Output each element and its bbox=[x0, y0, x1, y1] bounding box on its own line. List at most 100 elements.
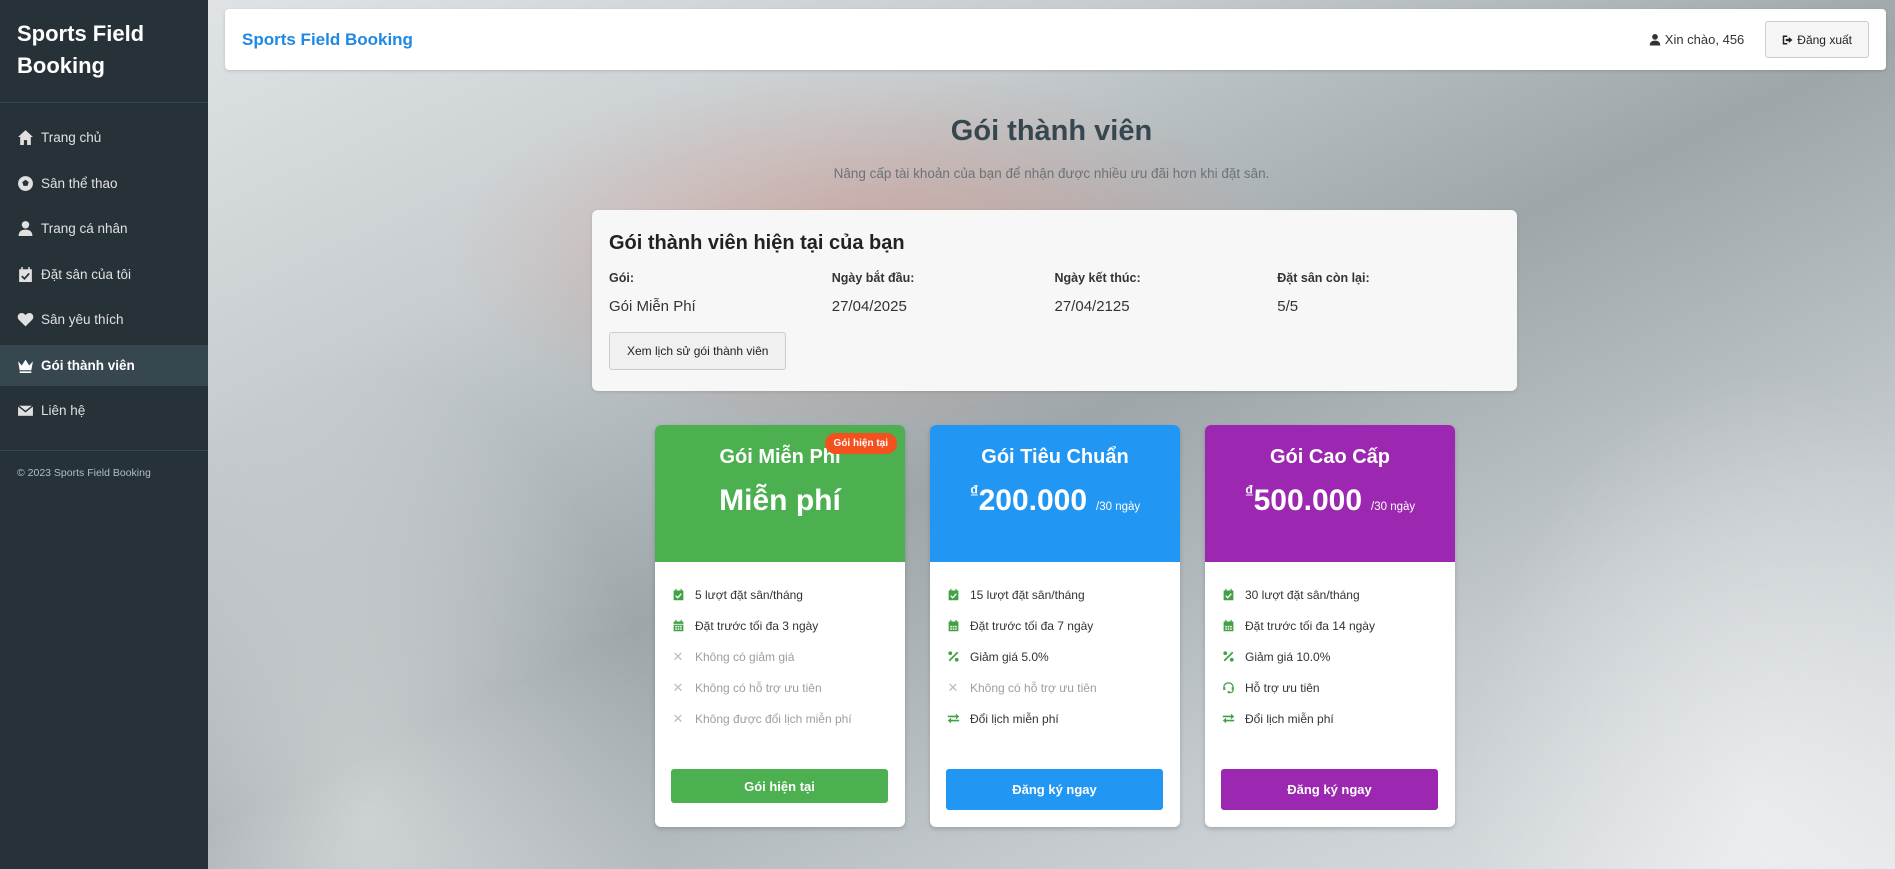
feature-item: Đổi lịch miễn phí bbox=[946, 703, 1164, 734]
feature-text: Không có hỗ trợ ưu tiên bbox=[695, 680, 822, 695]
plan-features: 15 lượt đặt sân/tháng Đặt trước tối đa 7… bbox=[930, 562, 1180, 734]
membership-history-button[interactable]: Xem lịch sử gói thành viên bbox=[609, 332, 787, 370]
feature-item: Hỗ trợ ưu tiên bbox=[1221, 672, 1439, 703]
logout-button[interactable]: Đăng xuất bbox=[1765, 21, 1869, 58]
remaining-bookings-value: 5/5 bbox=[1277, 298, 1299, 315]
sidebar: Sports Field Booking Trang chủ Sân thể t… bbox=[0, 0, 208, 869]
sidebar-item-label: Gói thành viên bbox=[41, 357, 135, 373]
plan-card-header: Gói Cao Cấp ₫ 500.000 /30 ngày bbox=[1205, 425, 1455, 562]
percent-icon bbox=[1221, 650, 1235, 664]
sidebar-item-label: Sân thể thao bbox=[41, 175, 118, 191]
sign-out-icon bbox=[1783, 35, 1793, 44]
feature-item: Đổi lịch miễn phí bbox=[1221, 703, 1439, 734]
feature-text: Đặt trước tối đa 3 ngày bbox=[695, 618, 819, 633]
end-date-label: Ngày kết thúc: bbox=[1054, 271, 1141, 285]
times-icon: ✕ bbox=[672, 710, 684, 726]
percent-icon bbox=[946, 650, 960, 664]
main-content: Sports Field Booking Xin chào, 456 Đăng … bbox=[208, 0, 1895, 869]
plan-features: 5 lượt đặt sân/tháng Đặt trước tối đa 3 … bbox=[655, 562, 905, 734]
copyright: © 2023 Sports Field Booking bbox=[17, 466, 151, 479]
exchange-icon bbox=[1221, 712, 1235, 726]
calendar-check-icon bbox=[1221, 588, 1235, 602]
plan-price-amount: Miễn phí bbox=[719, 484, 841, 517]
sidebar-item-home[interactable]: Trang chủ bbox=[0, 117, 208, 158]
crown-icon bbox=[18, 359, 33, 373]
feature-item: ✕ Không có hỗ trợ ưu tiên bbox=[671, 672, 889, 703]
plan-name: Gói Cao Cấp bbox=[1269, 446, 1390, 468]
times-icon: ✕ bbox=[672, 648, 684, 664]
sidebar-item-fields[interactable]: Sân thể thao bbox=[0, 163, 208, 204]
plan-card-header: Gói Tiêu Chuẩn ₫ 200.000 /30 ngày bbox=[930, 425, 1180, 562]
plan-price: ₫ 500.000 /30 ngày bbox=[1205, 482, 1455, 518]
current-plan-button[interactable]: Gói hiện tại bbox=[671, 769, 888, 803]
calendar-check-icon bbox=[671, 588, 685, 602]
feature-text: Không có hỗ trợ ưu tiên bbox=[970, 680, 1097, 695]
register-premium-button[interactable]: Đăng ký ngay bbox=[1221, 769, 1438, 810]
plan-features: 30 lượt đặt sân/tháng Đặt trước tối đa 1… bbox=[1205, 562, 1455, 734]
feature-text: 5 lượt đặt sân/tháng bbox=[695, 587, 803, 602]
register-standard-button[interactable]: Đăng ký ngay bbox=[946, 769, 1163, 810]
envelope-icon bbox=[17, 405, 34, 416]
plan-price: ₫ 200.000 /30 ngày bbox=[930, 482, 1180, 518]
feature-item: Đặt trước tối đa 3 ngày bbox=[671, 610, 889, 641]
brand-line-1: Sports Field bbox=[17, 21, 145, 46]
plan-card-standard: Gói Tiêu Chuẩn ₫ 200.000 /30 ngày 15 lượ… bbox=[930, 425, 1180, 827]
brand-line-2: Booking bbox=[17, 53, 105, 78]
remaining-bookings-field: Đặt sân còn lại: 5/5 bbox=[1277, 271, 1500, 315]
user-icon bbox=[18, 221, 33, 236]
feature-text: 30 lượt đặt sân/tháng bbox=[1245, 587, 1360, 602]
logout-label: Đăng xuất bbox=[1797, 32, 1852, 47]
feature-text: 15 lượt đặt sân/tháng bbox=[970, 587, 1085, 602]
feature-item: Đặt trước tối đa 7 ngày bbox=[946, 610, 1164, 641]
currency-symbol: ₫ bbox=[969, 482, 979, 501]
current-membership-card: Gói thành viên hiện tại của bạn Gói: Gói… bbox=[592, 210, 1517, 391]
navbar-brand[interactable]: Sports Field Booking bbox=[242, 30, 413, 50]
currency-symbol: ₫ bbox=[1244, 482, 1254, 501]
sidebar-item-label: Trang chủ bbox=[41, 130, 102, 145]
start-date-value: 27/04/2025 bbox=[831, 298, 907, 315]
sidebar-item-favorites[interactable]: Sân yêu thích bbox=[0, 299, 208, 340]
feature-text: Giảm giá 5.0% bbox=[970, 649, 1049, 664]
feature-item: ✕ Không có hỗ trợ ưu tiên bbox=[946, 672, 1164, 703]
feature-text: Đổi lịch miễn phí bbox=[970, 711, 1059, 726]
plan-label: Gói: bbox=[609, 271, 634, 285]
sidebar-item-membership[interactable]: Gói thành viên bbox=[0, 344, 208, 386]
heart-icon bbox=[17, 313, 34, 327]
plan-price-amount: 200.000 bbox=[978, 484, 1088, 517]
exchange-icon bbox=[946, 712, 960, 726]
sidebar-item-my-bookings[interactable]: Đặt sân của tôi bbox=[0, 254, 208, 295]
feature-item: ✕ Không được đổi lịch miễn phí bbox=[671, 703, 889, 734]
feature-text: Đặt trước tối đa 14 ngày bbox=[1245, 618, 1375, 633]
feature-text: Hỗ trợ ưu tiên bbox=[1245, 680, 1320, 695]
feature-item: 5 lượt đặt sân/tháng bbox=[671, 579, 889, 610]
feature-text: Đổi lịch miễn phí bbox=[1245, 711, 1334, 726]
plan-price: Miễn phí bbox=[655, 484, 905, 518]
current-membership-heading: Gói thành viên hiện tại của bạn bbox=[609, 232, 905, 254]
plan-card-premium: Gói Cao Cấp ₫ 500.000 /30 ngày 30 lượt đ… bbox=[1205, 425, 1455, 827]
sidebar-brand[interactable]: Sports Field Booking bbox=[0, 0, 208, 103]
current-membership-details: Gói: Gói Miễn Phí Ngày bắt đầu: 27/04/20… bbox=[609, 271, 1500, 315]
feature-item: 30 lượt đặt sân/tháng bbox=[1221, 579, 1439, 610]
feature-text: Không có giảm giá bbox=[695, 649, 795, 664]
sidebar-item-label: Đặt sân của tôi bbox=[41, 266, 132, 282]
end-date-value: 27/04/2125 bbox=[1054, 298, 1130, 315]
calendar-check-icon bbox=[946, 588, 960, 602]
sidebar-nav: Trang chủ Sân thể thao Trang cá nhân Đặt… bbox=[0, 103, 208, 451]
plan-card-header: Gói hiện tại Gói Miễn Phí Miễn phí bbox=[655, 425, 905, 562]
current-plan-badge: Gói hiện tại bbox=[824, 433, 897, 454]
calendar-icon bbox=[946, 619, 960, 633]
remaining-bookings-label: Đặt sân còn lại: bbox=[1277, 271, 1370, 285]
times-icon: ✕ bbox=[672, 679, 684, 695]
plan-period: /30 ngày bbox=[1096, 501, 1141, 513]
page-subtitle: Nâng cấp tài khoản của bạn để nhận được … bbox=[833, 166, 1270, 181]
sidebar-item-label: Liên hệ bbox=[41, 403, 86, 418]
sidebar-item-contact[interactable]: Liên hệ bbox=[0, 390, 208, 431]
sidebar-item-profile[interactable]: Trang cá nhân bbox=[0, 208, 208, 249]
plan-name: Gói Tiêu Chuẩn bbox=[981, 446, 1129, 468]
user-greeting: Xin chào, 456 bbox=[1649, 32, 1744, 47]
feature-item: Đặt trước tối đa 14 ngày bbox=[1221, 610, 1439, 641]
plan-field: Gói: Gói Miễn Phí bbox=[609, 271, 832, 315]
navbar-right: Xin chào, 456 Đăng xuất bbox=[1649, 21, 1869, 58]
feature-item: ✕ Không có giảm giá bbox=[671, 641, 889, 672]
start-date-field: Ngày bắt đầu: 27/04/2025 bbox=[832, 271, 1055, 315]
